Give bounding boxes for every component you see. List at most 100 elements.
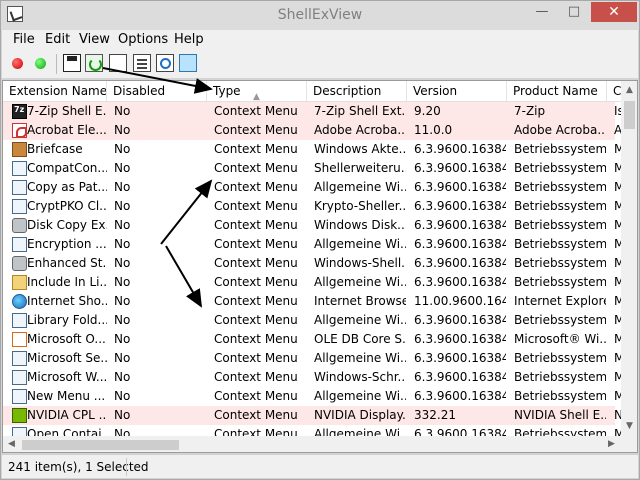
table-row[interactable]: Include In Li... No Context Menu Allgemeine… (3, 273, 622, 292)
disabled-cell: No (114, 370, 131, 384)
minimize-button[interactable]: — (528, 2, 556, 22)
menu-help[interactable]: Help (174, 32, 204, 47)
product-name-cell: Betriebssystem... (514, 275, 606, 289)
type-cell: Context Menu (214, 294, 298, 308)
version-cell: 332.21 (414, 408, 456, 422)
disabled-cell: No (114, 142, 131, 156)
scroll-down-icon[interactable]: ▼ (621, 418, 637, 435)
extension-name-cell: Microsoft O... (27, 332, 106, 346)
find-icon[interactable] (156, 54, 174, 72)
table-row[interactable]: 7-Zip Shell E... No Context Menu 7-Zip Shel… (3, 102, 622, 121)
table-row[interactable]: Microsoft Se... No Context Menu Allgemeine … (3, 349, 622, 368)
acrobat-icon (12, 123, 27, 138)
extension-name-cell: Copy as Pat... (27, 180, 107, 194)
product-name-cell: Betriebssystem... (514, 389, 606, 403)
version-cell: 6.3.9600.16384 ... (414, 199, 506, 213)
vertical-scroll-thumb[interactable] (624, 101, 635, 129)
table-row[interactable]: Briefcase No Context Menu Windows Akte... 6.… (3, 140, 622, 159)
menu-view[interactable]: View (79, 32, 110, 47)
col-version[interactable]: Version (407, 81, 507, 102)
dll-icon (12, 237, 27, 252)
disabled-cell: No (114, 237, 131, 251)
dll-icon (12, 161, 27, 176)
description-cell: Allgemeine Wi... (314, 313, 406, 327)
table-row[interactable]: Encryption ... No Context Menu Allgemeine W… (3, 235, 622, 254)
exit-icon[interactable] (179, 54, 197, 72)
table-row[interactable]: Microsoft O... No Context Menu OLE DB Core … (3, 330, 622, 349)
disabled-cell: No (114, 218, 131, 232)
table-row[interactable]: Microsoft W... No Context Menu Windows-Schr… (3, 368, 622, 387)
disk-icon (12, 256, 27, 271)
title-bar[interactable]: ShellExView — □ ✕ (1, 1, 639, 30)
description-cell: Allgemeine Wi... (314, 351, 406, 365)
version-cell: 6.3.9600.16384 ... (414, 218, 506, 232)
scroll-up-icon[interactable]: ▲ (621, 82, 637, 99)
refresh-icon[interactable] (85, 54, 103, 72)
office-icon (12, 332, 27, 347)
dll-icon (12, 313, 27, 328)
table-row[interactable]: Disk Copy Ex... No Context Menu Windows Dis… (3, 216, 622, 235)
version-cell: 6.3.9600.16384 ... (414, 256, 506, 270)
table-row[interactable]: CompatCon... No Context Menu Shellerweiteru… (3, 159, 622, 178)
enable-selected-icon[interactable] (35, 58, 46, 69)
product-name-cell: 7-Zip (514, 104, 546, 118)
dll-icon (12, 180, 27, 195)
col-description[interactable]: Description (307, 81, 407, 102)
extension-name-cell: Microsoft Se... (27, 351, 107, 365)
menu-file[interactable]: File (13, 32, 35, 47)
save-icon[interactable] (63, 54, 81, 72)
disabled-cell: No (114, 161, 131, 175)
disabled-cell: No (114, 256, 131, 270)
menu-options[interactable]: Options (118, 32, 168, 47)
vertical-scrollbar[interactable]: ▲ ▼ (621, 81, 637, 436)
app-window: ShellExView — □ ✕ File Edit View Options… (0, 0, 640, 480)
copy-icon[interactable] (109, 54, 127, 72)
horizontal-scroll-thumb[interactable] (22, 440, 179, 450)
description-cell: Allgemeine Wi... (314, 389, 406, 403)
col-extension-name[interactable]: Extension Name (3, 81, 107, 102)
description-cell: Internet Browser (314, 294, 406, 308)
dll-icon (12, 351, 27, 366)
description-cell: Windows Disk... (314, 218, 406, 232)
extension-name-cell: 7-Zip Shell E... (27, 104, 107, 118)
disable-selected-icon[interactable] (12, 58, 23, 69)
close-button[interactable]: ✕ (591, 2, 637, 22)
extension-name-cell: Enhanced St... (27, 256, 107, 270)
table-row[interactable]: Internet Sho... No Context Menu Internet Br… (3, 292, 622, 311)
dll-icon (12, 370, 27, 385)
status-text: 241 item(s), 1 Selected (8, 460, 149, 474)
table-row[interactable]: CryptPKO Cl... No Context Menu Krypto-Shell… (3, 197, 622, 216)
menu-edit[interactable]: Edit (45, 32, 70, 47)
description-cell: Windows-Shell... (314, 256, 406, 270)
version-cell: 6.3.9600.16384 ... (414, 275, 506, 289)
description-cell: Windows Akte... (314, 142, 406, 156)
product-name-cell: Betriebssystem... (514, 161, 606, 175)
extension-name-cell: CryptPKO Cl... (27, 199, 107, 213)
maximize-button[interactable]: □ (560, 2, 588, 22)
type-cell: Context Menu (214, 313, 298, 327)
extension-name-cell: Microsoft W... (27, 370, 107, 384)
scroll-left-icon[interactable]: ◀ (3, 436, 20, 452)
col-disabled[interactable]: Disabled (107, 81, 207, 102)
product-name-cell: Betriebssystem... (514, 142, 606, 156)
table-row[interactable]: New Menu ... No Context Menu Allgemeine Wi.… (3, 387, 622, 406)
col-product-name[interactable]: Product Name (507, 81, 607, 102)
disabled-cell: No (114, 275, 131, 289)
table-row[interactable]: Copy as Pat... No Context Menu Allgemeine W… (3, 178, 622, 197)
version-cell: 6.3.9600.16384 ... (414, 142, 506, 156)
table-row[interactable]: Enhanced St... No Context Menu Windows-Shel… (3, 254, 622, 273)
type-cell: Context Menu (214, 161, 298, 175)
table-row[interactable]: Library Fold... No Context Menu Allgemeine … (3, 311, 622, 330)
type-cell: Context Menu (214, 199, 298, 213)
col-type[interactable]: Type ▲ (207, 81, 307, 102)
extensions-list[interactable]: Extension Name Disabled Type ▲ Descripti… (2, 80, 638, 453)
properties-icon[interactable] (133, 54, 151, 72)
description-cell: Shellerweiteru... (314, 161, 406, 175)
toolbar-separator (56, 54, 57, 74)
status-separator (126, 458, 127, 476)
extension-name-cell: New Menu ... (27, 389, 106, 403)
table-row[interactable]: NVIDIA CPL ... No Context Menu NVIDIA Displ… (3, 406, 622, 425)
scroll-right-icon[interactable]: ▶ (603, 436, 620, 452)
table-row[interactable]: Acrobat Ele... No Context Menu Adobe Acroba… (3, 121, 622, 140)
horizontal-scrollbar[interactable]: ◀ ▶ (3, 436, 621, 452)
